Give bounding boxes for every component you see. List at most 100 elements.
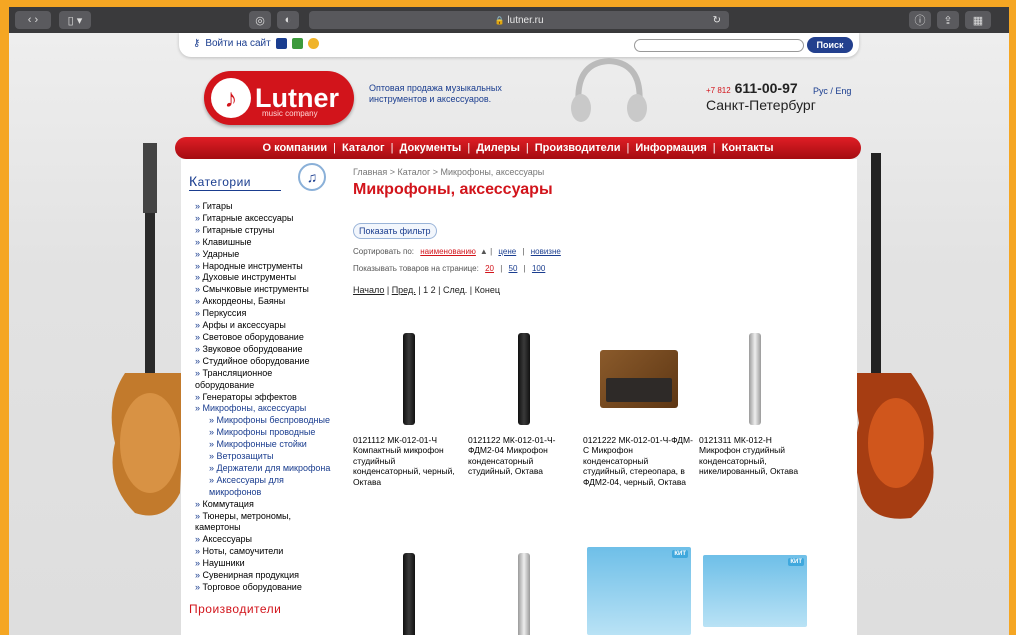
reload-icon[interactable]: ↻ xyxy=(713,15,721,26)
category-item[interactable]: Студийное оборудование xyxy=(195,356,331,368)
info-icon[interactable]: ⓘ xyxy=(909,11,931,29)
browser-window: ‹ › ▯ ▾ ◎ ◐ 🔒 lutner.ru ↻ ⓘ ⇪ ▦ ⚷ Войти на… xyxy=(9,7,1009,635)
product-card[interactable]: 0121112 МК-012-01-Ч Компактный микрофон … xyxy=(353,327,465,487)
pager-next[interactable]: След. xyxy=(443,285,467,295)
language-switch: Рус / Eng xyxy=(813,86,851,96)
product-description[interactable]: 0121222 МК-012-01-Ч-ФДМ-С Микрофон конде… xyxy=(583,435,695,487)
product-image[interactable] xyxy=(353,547,465,635)
phone-number: 611-00-97 xyxy=(734,80,798,96)
category-item[interactable]: Аксессуары xyxy=(195,534,331,546)
category-item[interactable]: Ноты, самоучители xyxy=(195,546,331,558)
category-item[interactable]: Наушники xyxy=(195,558,331,570)
category-item[interactable]: Гитарные струны xyxy=(195,225,331,237)
category-item[interactable]: Перкуссия xyxy=(195,308,331,320)
phone-prefix: +7 812 xyxy=(706,86,731,95)
product-image[interactable] xyxy=(583,327,695,431)
breadcrumb[interactable]: Главная > Каталог > Микрофоны, аксессуар… xyxy=(353,167,853,177)
subcategory-item[interactable]: Микрофоны беспроводные xyxy=(195,415,331,427)
lang-en[interactable]: Eng xyxy=(835,86,851,96)
reader-icon[interactable]: ◐ xyxy=(277,11,299,29)
subcategory-item[interactable]: Ветрозащиты xyxy=(195,451,331,463)
category-item[interactable]: Гитарные аксессуары xyxy=(195,213,331,225)
product-description[interactable]: 0121112 МК-012-01-Ч Компактный микрофон … xyxy=(353,435,465,487)
category-item[interactable]: Аккордеоны, Баяны xyxy=(195,296,331,308)
per-page-20[interactable]: 20 xyxy=(485,264,494,273)
product-card[interactable] xyxy=(353,547,465,635)
shield-icon[interactable]: ◎ xyxy=(249,11,271,29)
lock-icon: 🔒 xyxy=(494,15,505,25)
social-icon-2[interactable] xyxy=(291,38,303,49)
category-item[interactable]: Тюнеры, метрономы, камертоны xyxy=(195,511,331,535)
sort-by-price-link[interactable]: цене xyxy=(498,247,516,256)
pager-first[interactable]: Начало xyxy=(353,285,384,295)
category-item-active[interactable]: Микрофоны, аксессуары xyxy=(195,403,331,415)
category-item[interactable]: Трансляционное оборудование xyxy=(195,368,331,392)
sidebar-toggle-button[interactable]: ▯ ▾ xyxy=(59,11,91,29)
share-icon[interactable]: ⇪ xyxy=(937,11,959,29)
login-link[interactable]: ⚷ Войти на сайт xyxy=(193,38,319,49)
product-description[interactable]: 0121311 МК-012-Н Микрофон студийный конд… xyxy=(699,435,811,477)
category-item[interactable]: Народные инструменты xyxy=(195,261,331,273)
category-item[interactable]: Духовые инструменты xyxy=(195,272,331,284)
category-item[interactable]: Генераторы эффектов xyxy=(195,392,331,404)
per-page-row: Показывать товаров на странице: 20 | 50 … xyxy=(353,264,546,273)
search-button[interactable]: Поиск xyxy=(807,37,853,53)
category-item[interactable]: Торговое оборудование xyxy=(195,582,331,594)
pager-pages[interactable]: 1 2 xyxy=(423,285,436,295)
nav-item-info[interactable]: Информация xyxy=(635,142,706,154)
kit-badge: КИТ xyxy=(672,550,688,558)
producers-title: Производители xyxy=(189,601,282,616)
product-image[interactable]: КИТ xyxy=(583,539,695,635)
show-filter-button[interactable]: Показать фильтр xyxy=(353,223,437,239)
per-page-100[interactable]: 100 xyxy=(532,264,545,273)
product-image[interactable] xyxy=(699,327,811,431)
site-logo[interactable]: ♪ Lutner music company xyxy=(204,71,354,125)
login-label: Войти на сайт xyxy=(205,38,271,49)
category-item[interactable]: Звуковое оборудование xyxy=(195,344,331,356)
product-image[interactable] xyxy=(353,327,465,431)
nav-item-documents[interactable]: Документы xyxy=(399,142,461,154)
nav-item-catalog[interactable]: Каталог xyxy=(342,142,385,154)
back-forward-buttons[interactable]: ‹ › xyxy=(15,11,51,29)
category-item[interactable]: Сувенирная продукция xyxy=(195,570,331,582)
sort-by-newness-link[interactable]: новизне xyxy=(531,247,561,256)
subcategory-item[interactable]: Микрофонные стойки xyxy=(195,439,331,451)
city: Санкт-Петербург xyxy=(706,97,816,113)
subcategory-item[interactable]: Держатели для микрофона xyxy=(195,463,331,475)
per-page-50[interactable]: 50 xyxy=(509,264,518,273)
category-item[interactable]: Клавишные xyxy=(195,237,331,249)
product-card[interactable]: 0121222 МК-012-01-Ч-ФДМ-С Микрофон конде… xyxy=(583,327,695,487)
sort-by-name-link[interactable]: наименованию xyxy=(420,247,476,256)
tabs-overview-icon[interactable]: ▦ xyxy=(965,11,991,29)
content-panel: Категории ♫ Гитары Гитарные аксессуары Г… xyxy=(181,159,857,635)
subcategory-item[interactable]: Аксессуары для микрофонов xyxy=(195,475,331,499)
nav-item-contacts[interactable]: Контакты xyxy=(722,142,774,154)
social-icon-1[interactable] xyxy=(275,38,287,49)
product-card[interactable]: 0121122 МК-012-01-Ч-ФДМ2-04 Микрофон кон… xyxy=(468,327,580,477)
sort-arrow-icon[interactable]: ▲ xyxy=(480,247,488,256)
product-image[interactable] xyxy=(468,547,580,635)
category-item[interactable]: Коммутация xyxy=(195,499,331,511)
nav-item-producers[interactable]: Производители xyxy=(535,142,621,154)
subcategory-item[interactable]: Микрофоны проводные xyxy=(195,427,331,439)
pager-prev[interactable]: Пред. xyxy=(392,285,416,295)
lang-ru[interactable]: Рус xyxy=(813,86,828,96)
product-card[interactable]: КИТ xyxy=(583,539,695,635)
category-item[interactable]: Гитары xyxy=(195,201,331,213)
product-description[interactable]: 0121122 МК-012-01-Ч-ФДМ2-04 Микрофон кон… xyxy=(468,435,580,477)
product-card[interactable]: 0121311 МК-012-Н Микрофон студийный конд… xyxy=(699,327,811,477)
pager-last[interactable]: Конец xyxy=(475,285,500,295)
category-item[interactable]: Световое оборудование xyxy=(195,332,331,344)
product-image[interactable] xyxy=(468,327,580,431)
product-card[interactable]: КИТ xyxy=(699,539,811,635)
social-icon-3[interactable] xyxy=(307,38,319,49)
category-item[interactable]: Ударные xyxy=(195,249,331,261)
search-input[interactable] xyxy=(634,39,804,52)
product-image[interactable]: КИТ xyxy=(699,539,811,635)
product-card[interactable] xyxy=(468,547,580,635)
nav-item-about[interactable]: О компании xyxy=(263,142,328,154)
address-bar[interactable]: 🔒 lutner.ru ↻ xyxy=(309,11,729,29)
nav-item-dealers[interactable]: Дилеры xyxy=(476,142,520,154)
category-item[interactable]: Смычковые инструменты xyxy=(195,284,331,296)
category-item[interactable]: Арфы и аксессуары xyxy=(195,320,331,332)
